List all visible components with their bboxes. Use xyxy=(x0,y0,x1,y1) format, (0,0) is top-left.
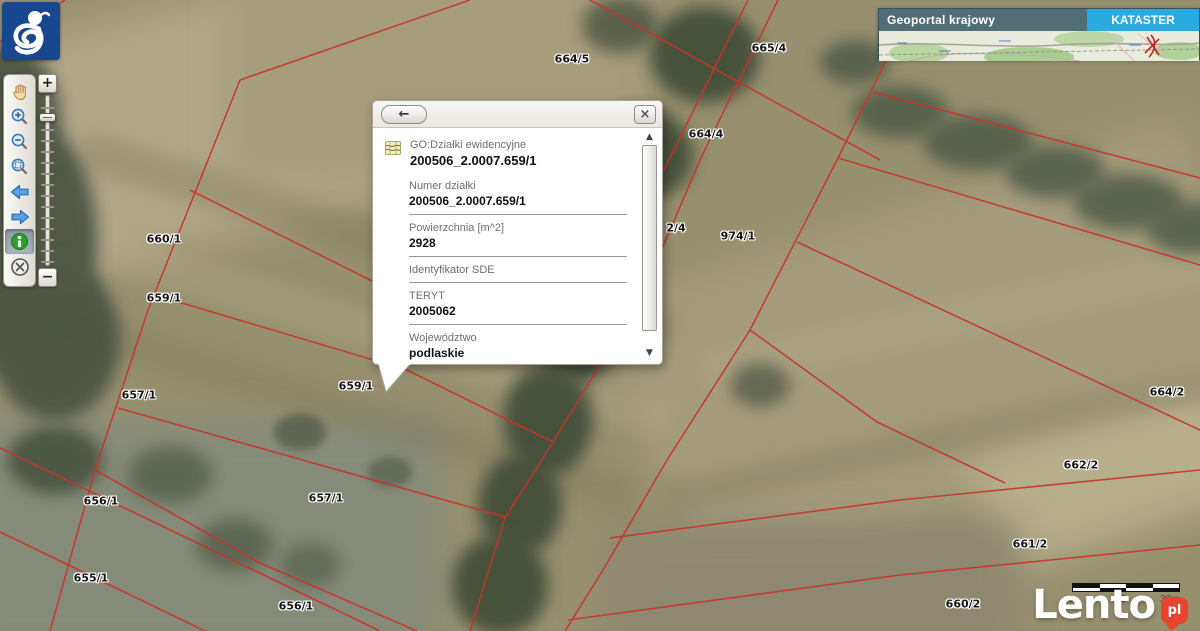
pan-hand-button[interactable] xyxy=(5,79,34,104)
field-value: 2005062 xyxy=(409,304,627,318)
watermark-pl-badge: pl xyxy=(1161,597,1188,624)
map-toolbar xyxy=(3,74,36,287)
field-divider xyxy=(409,256,627,257)
field-divider xyxy=(409,324,627,325)
zoom-box-button[interactable] xyxy=(5,154,34,179)
arrow-right-icon xyxy=(10,209,30,225)
scroll-up-icon[interactable]: ▲ xyxy=(643,132,656,143)
overview-panel: Geoportal krajowy KATASTER xyxy=(878,8,1200,60)
identify-button[interactable] xyxy=(5,229,34,254)
previous-extent-button[interactable] xyxy=(5,179,34,204)
geoportal-app: 664/5665/4664/42/4974/1660/1659/1657/165… xyxy=(0,0,1200,631)
zoom-in-button[interactable] xyxy=(5,104,34,129)
pan-hand-icon xyxy=(11,83,29,101)
field-divider xyxy=(409,214,627,215)
lento-watermark: Lento pl xyxy=(1032,585,1188,625)
info-icon xyxy=(10,232,29,251)
zoom-in-icon xyxy=(10,107,29,126)
clear-selection-icon xyxy=(10,257,30,277)
watermark-suffix: pl xyxy=(1168,603,1182,618)
geoportal-g-icon xyxy=(8,7,54,55)
watermark-text: Lento xyxy=(1032,585,1155,625)
feature-id: 200506_2.0007.659/1 xyxy=(410,153,537,168)
overview-minimap[interactable] xyxy=(879,31,1199,61)
zoom-box-icon xyxy=(10,157,29,176)
close-icon[interactable]: × xyxy=(634,105,656,124)
kataster-tab[interactable]: KATASTER xyxy=(1087,9,1199,31)
overview-header: Geoportal krajowy KATASTER xyxy=(879,9,1199,31)
field-value: podlaskie xyxy=(409,346,627,360)
geoportal-logo[interactable] xyxy=(2,2,60,60)
popup-scrollbar[interactable]: ▲ ▼ xyxy=(641,132,658,359)
zoom-slider-handle[interactable] xyxy=(39,113,56,122)
field-label: TERYT xyxy=(409,290,627,302)
field-value: 2928 xyxy=(409,236,627,250)
minimap-graphic xyxy=(879,31,1199,61)
zoom-slider-plus[interactable]: + xyxy=(38,74,57,93)
scrollbar-grip xyxy=(646,238,653,244)
zoom-slider: + − xyxy=(38,74,57,287)
layer-map-icon xyxy=(385,140,401,156)
feature-class: GO:Działki ewidencyjne xyxy=(410,139,537,151)
popup-body: GO:Działki ewidencyjne 200506_2.0007.659… xyxy=(373,129,639,364)
overview-title: Geoportal krajowy xyxy=(879,9,1087,31)
scroll-down-icon[interactable]: ▼ xyxy=(643,348,656,359)
back-button[interactable]: ← xyxy=(381,105,427,124)
identify-popup: ← × GO:Działki ewidencyjne 200506_2.0007… xyxy=(372,100,663,365)
scrollbar-thumb[interactable] xyxy=(642,145,657,331)
field-label: Województwo xyxy=(409,332,627,344)
field-divider xyxy=(409,282,627,283)
zoom-out-button[interactable] xyxy=(5,129,34,154)
attribute-fields: Numer działki 200506_2.0007.659/1 Powierzc… xyxy=(409,180,627,364)
field-value: 200506_2.0007.659/1 xyxy=(409,194,627,208)
feature-header: GO:Działki ewidencyjne 200506_2.0007.659… xyxy=(385,139,639,168)
field-label: Identyfikator SDE xyxy=(409,264,627,276)
zoom-slider-ticks xyxy=(41,98,54,263)
next-extent-button[interactable] xyxy=(5,204,34,229)
zoom-out-icon xyxy=(10,132,29,151)
zoom-slider-minus[interactable]: − xyxy=(38,268,57,287)
popup-header: ← × xyxy=(373,101,662,128)
clear-selection-button[interactable] xyxy=(5,254,34,279)
field-label: Powierzchnia [m^2] xyxy=(409,222,627,234)
field-label: Numer działki xyxy=(409,180,627,192)
arrow-left-icon xyxy=(10,184,30,200)
